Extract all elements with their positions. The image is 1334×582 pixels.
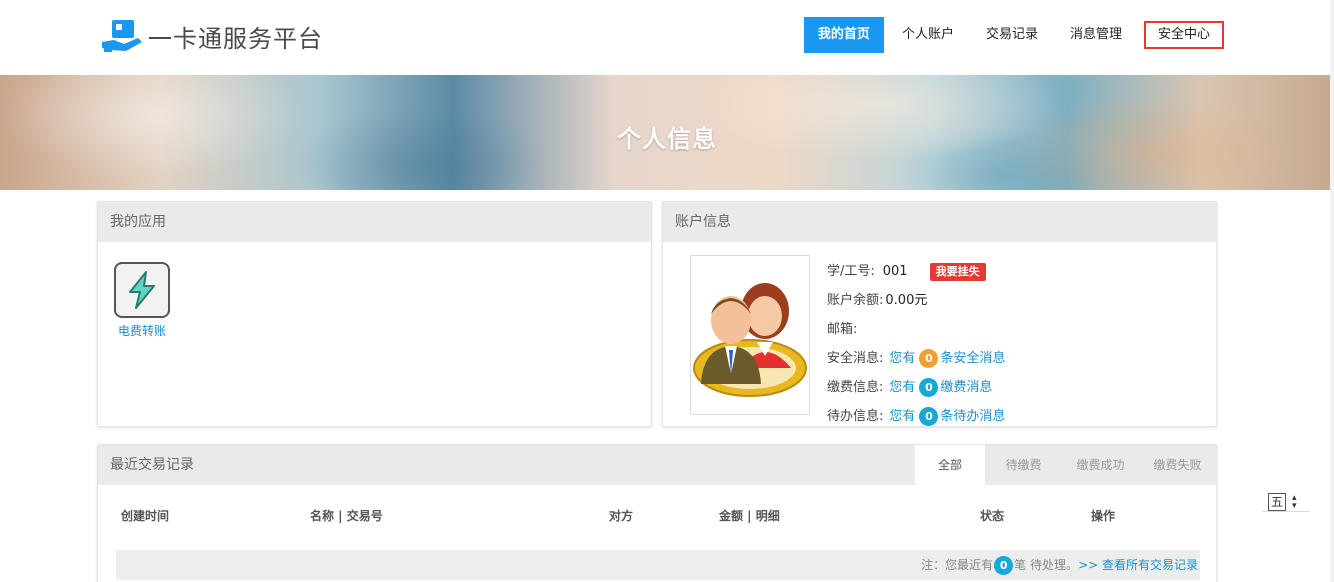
tab-pending-payment[interactable]: 待缴费 [985, 445, 1062, 485]
col-amount-detail: 金额 | 明细 [719, 509, 780, 523]
security-suffix: 条安全消息 [940, 350, 1006, 366]
logo-text: 一卡通服务平台 [148, 24, 323, 53]
avatar [690, 255, 810, 415]
main-nav: 我的首页 个人账户 交易记录 消息管理 安全中心 [800, 17, 1224, 53]
col-name-txid: 名称 | 交易号 [310, 509, 383, 523]
users-avatar-icon [693, 283, 807, 397]
nav-security-center[interactable]: 安全中心 [1143, 21, 1224, 49]
report-loss-button[interactable]: 我要挂失 [929, 262, 986, 281]
label-security-messages: 安全消息: [827, 350, 884, 366]
col-created-time: 创建时间 [121, 509, 170, 523]
note-prefix: 注：您最近有 [921, 558, 994, 572]
account-info-panel: 账户信息 学/工号: 001 我要挂失 账户余额: 0.00元 邮箱: 安全消息… [662, 201, 1217, 427]
label-balance: 账户余额: [827, 292, 884, 308]
pending-note: 注：您最近有 0 笔 待处理。 [921, 550, 1078, 580]
tab-payment-success[interactable]: 缴费成功 [1062, 445, 1139, 485]
recent-transactions-title: 最近交易记录 [110, 457, 194, 473]
lightning-icon [114, 262, 170, 318]
value-student-id: 001 [882, 263, 908, 279]
transaction-table-header: 创建时间 名称 | 交易号 对方 金额 | 明细 状态 操作 [98, 507, 1216, 527]
vertical-scrollbar[interactable] [1330, 0, 1334, 582]
col-counterparty: 对方 [609, 509, 634, 523]
page-banner: 个人信息 [0, 75, 1334, 190]
row-payment-messages: 缴费信息: 您有 0 缴费消息 [827, 373, 1005, 402]
input-method-widget: 五 ▴ ▾ [1262, 492, 1310, 512]
nav-personal-account[interactable]: 个人账户 [888, 17, 968, 53]
todo-prefix: 您有 [889, 408, 916, 424]
payment-prefix: 您有 [889, 379, 916, 395]
payment-suffix: 缴费消息 [940, 379, 993, 395]
security-prefix: 您有 [889, 350, 916, 366]
note-count-badge: 0 [994, 555, 1014, 575]
page-title: 个人信息 [617, 125, 717, 153]
my-apps-panel: 我的应用 电费转账 [97, 201, 652, 427]
card-hand-logo-icon [102, 20, 142, 52]
account-info-title: 账户信息 [663, 202, 1216, 242]
recent-transactions-header: 最近交易记录 全部 待缴费 缴费成功 缴费失败 [98, 445, 1216, 485]
row-balance: 账户余额: 0.00元 [827, 286, 1005, 315]
security-messages-link[interactable]: 您有 0 条安全消息 [889, 348, 1005, 370]
row-todo-messages: 待办信息: 您有 0 条待办消息 [827, 402, 1005, 431]
note-suffix: 笔 待处理。 [1014, 558, 1078, 572]
payment-count-badge: 0 [919, 377, 939, 397]
col-status: 状态 [980, 509, 1005, 523]
updown-arrows-icon[interactable]: ▴ ▾ [1292, 493, 1297, 510]
transaction-tabs: 全部 待缴费 缴费成功 缴费失败 [915, 445, 1216, 485]
todo-suffix: 条待办消息 [940, 408, 1006, 424]
account-info-rows: 学/工号: 001 我要挂失 账户余额: 0.00元 邮箱: 安全消息: 您有 0… [827, 257, 1005, 431]
top-header: 一卡通服务平台 我的首页 个人账户 交易记录 消息管理 安全中心 [0, 0, 1334, 75]
label-email: 邮箱: [827, 321, 858, 337]
my-apps-title: 我的应用 [98, 202, 651, 242]
label-payment-messages: 缴费信息: [827, 379, 884, 395]
label-student-id: 学/工号: [827, 263, 875, 279]
label-todo-messages: 待办信息: [827, 408, 884, 424]
recent-transactions-panel: 最近交易记录 全部 待缴费 缴费成功 缴费失败 创建时间 名称 | 交易号 对方… [97, 444, 1217, 582]
todo-messages-link[interactable]: 您有 0 条待办消息 [889, 406, 1005, 428]
security-count-badge: 0 [919, 348, 939, 368]
input-method-toggle[interactable]: 五 [1268, 492, 1286, 511]
row-student-id: 学/工号: 001 我要挂失 [827, 257, 1005, 286]
col-actions: 操作 [1091, 509, 1116, 523]
transaction-footer: 注：您最近有 0 笔 待处理。 >> 查看所有交易记录 [116, 550, 1200, 580]
row-email: 邮箱: [827, 315, 1005, 344]
app-electricity-transfer[interactable]: 电费转账 [113, 262, 171, 339]
nav-messages[interactable]: 消息管理 [1056, 17, 1136, 53]
view-all-transactions-link[interactable]: >> 查看所有交易记录 [1078, 550, 1198, 580]
nav-transactions[interactable]: 交易记录 [972, 17, 1052, 53]
tab-all[interactable]: 全部 [915, 445, 985, 485]
value-balance: 0.00元 [885, 292, 928, 308]
tab-payment-failed[interactable]: 缴费失败 [1139, 445, 1216, 485]
row-security-messages: 安全消息: 您有 0 条安全消息 [827, 344, 1005, 373]
logo[interactable]: 一卡通服务平台 [100, 18, 323, 54]
payment-messages-link[interactable]: 您有 0 缴费消息 [889, 377, 992, 399]
nav-home[interactable]: 我的首页 [803, 17, 884, 53]
todo-count-badge: 0 [919, 406, 939, 426]
app-label: 电费转账 [117, 324, 166, 338]
